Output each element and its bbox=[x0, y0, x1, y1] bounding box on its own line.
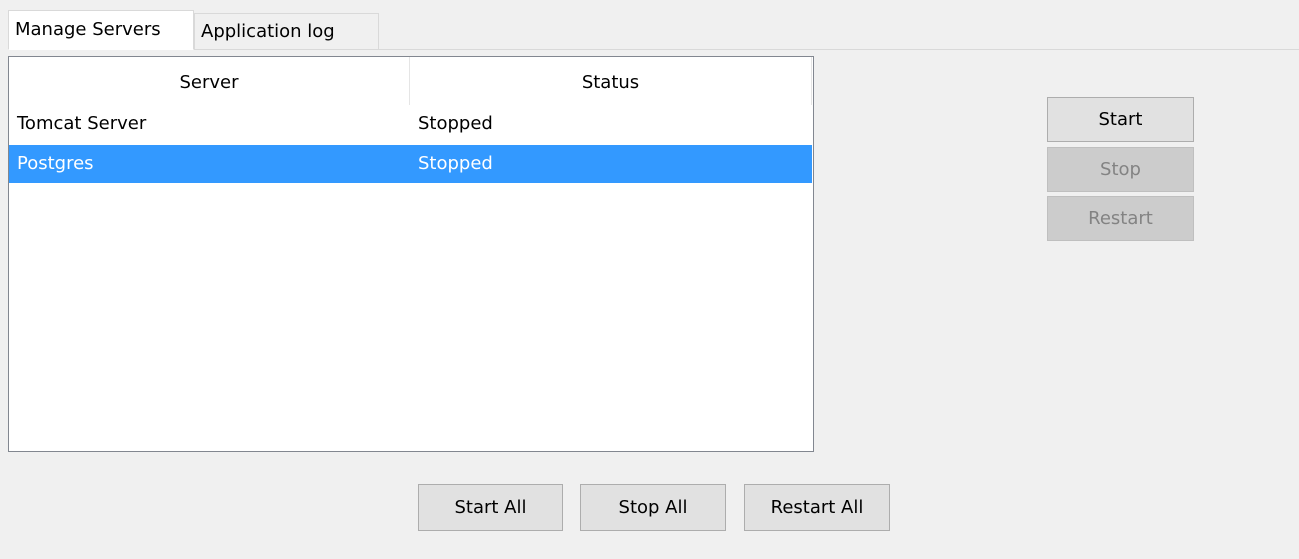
server-name: Postgres bbox=[17, 153, 94, 174]
start-button[interactable]: Start bbox=[1047, 97, 1194, 142]
column-header-status[interactable]: Status bbox=[410, 57, 812, 105]
restart-button[interactable]: Restart bbox=[1047, 196, 1194, 241]
stop-all-button[interactable]: Stop All bbox=[580, 484, 726, 531]
start-all-button[interactable]: Start All bbox=[418, 484, 563, 531]
tab-application-log[interactable]: Application log bbox=[194, 13, 379, 50]
server-row-tomcat[interactable]: Tomcat Server Stopped bbox=[9, 105, 812, 143]
column-header-server[interactable]: Server bbox=[9, 57, 410, 105]
server-row-postgres[interactable]: Postgres Stopped bbox=[9, 145, 812, 183]
server-status: Stopped bbox=[418, 113, 493, 134]
server-list-header: Server Status bbox=[9, 57, 812, 105]
tab-strip: Manage Servers Application log bbox=[8, 10, 1299, 50]
restart-all-button[interactable]: Restart All bbox=[744, 484, 890, 531]
tab-manage-servers[interactable]: Manage Servers bbox=[8, 10, 194, 50]
server-status: Stopped bbox=[418, 153, 493, 174]
server-list[interactable]: Server Status Tomcat Server Stopped Post… bbox=[8, 56, 814, 452]
stop-button[interactable]: Stop bbox=[1047, 147, 1194, 192]
server-name: Tomcat Server bbox=[17, 113, 147, 134]
